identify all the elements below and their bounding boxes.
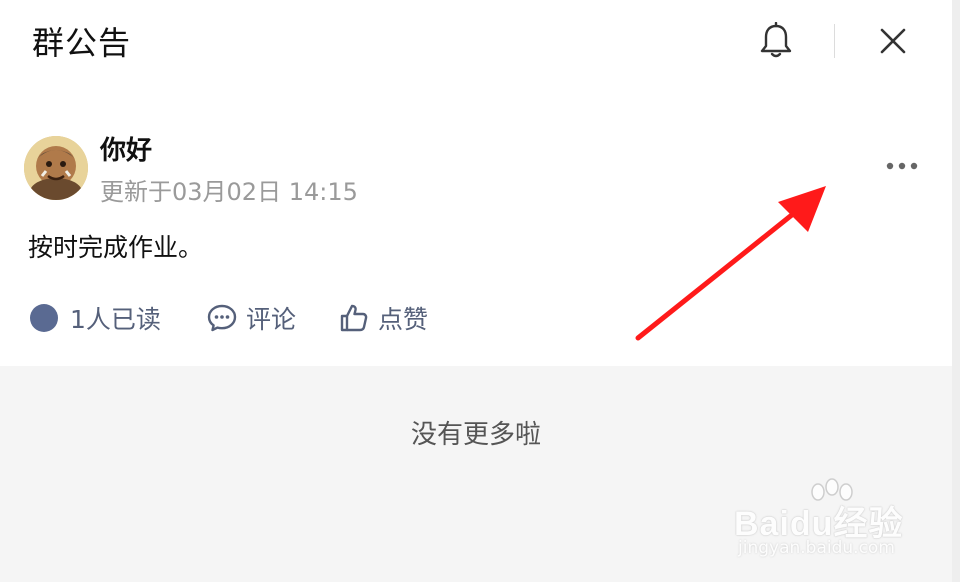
header: 群公告 <box>0 0 952 84</box>
announcement-content: 按时完成作业。 <box>28 233 204 262</box>
comment-label: 评论 <box>246 305 297 334</box>
page: 群公告 你好 更新于03月02日 14:15 按时完成作业。 1人已读 评论 点… <box>0 0 960 582</box>
thumbs-up-icon <box>340 304 368 332</box>
header-divider <box>834 24 835 58</box>
close-icon[interactable] <box>878 26 908 56</box>
like-button[interactable]: 点赞 <box>338 298 428 338</box>
read-avatar-icon <box>30 304 58 332</box>
avatar[interactable] <box>24 136 88 200</box>
action-bar: 1人已读 评论 点赞 <box>28 298 728 338</box>
announcement-item: 你好 更新于03月02日 14:15 按时完成作业。 1人已读 评论 点赞 <box>0 118 952 366</box>
comment-icon <box>207 304 237 332</box>
read-count-label: 1人已读 <box>70 305 161 334</box>
baidu-jingyan-watermark: Baidu经验 jingyan.baidu.com <box>734 478 924 568</box>
read-count-button[interactable]: 1人已读 <box>30 298 161 338</box>
window-edge <box>952 0 960 582</box>
no-more-text: 没有更多啦 <box>410 420 541 450</box>
page-title: 群公告 <box>32 24 132 62</box>
more-icon[interactable] <box>880 154 924 178</box>
watermark-url: jingyan.baidu.com <box>738 538 895 558</box>
comment-button[interactable]: 评论 <box>206 298 296 338</box>
like-label: 点赞 <box>378 305 429 334</box>
updated-timestamp: 更新于03月02日 14:15 <box>100 178 358 206</box>
author-name: 你好 <box>100 136 153 166</box>
bell-icon[interactable] <box>758 21 794 60</box>
